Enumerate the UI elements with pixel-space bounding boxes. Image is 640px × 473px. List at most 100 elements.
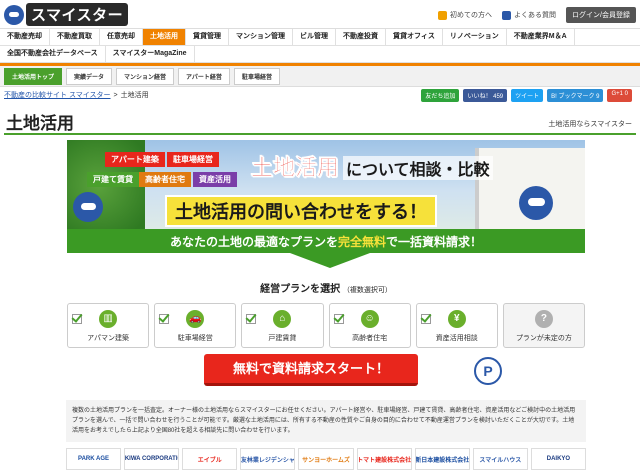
hero-inquiry-banner: 土地活用の問い合わせをする！: [165, 195, 437, 227]
green-band-text: あなたの土地の最適なプランを完全無料で一括資料請求！: [170, 233, 482, 250]
tweet-button[interactable]: ツイート: [511, 89, 544, 102]
plan-options: ▥ アパマン建築 🚗 駐車場経営 ⌂ 戸建賃貸 ☺ 高齢者住宅 ¥ 資産活用相談…: [67, 303, 586, 348]
nav-item-sale[interactable]: 不動産売却: [0, 29, 50, 45]
plan-label: 資産活用相談: [435, 335, 478, 342]
breadcrumb-current: 土地活用: [120, 92, 149, 99]
nav-item-magazine[interactable]: スマイスターMagaZine: [106, 46, 195, 62]
plan-select-title: 経営プランを選択 （複数選択可）: [67, 280, 585, 295]
tag-house-rental: 戸建て賃貸: [87, 172, 139, 187]
subnav-results[interactable]: 実績データ: [66, 67, 113, 85]
subnav-mansion[interactable]: マンション経営: [116, 67, 175, 85]
plan-label: 高齢者住宅: [352, 335, 388, 342]
nav-item-voluntary-sale[interactable]: 任意売却: [100, 29, 143, 45]
nav-item-rental-management[interactable]: 賃貸管理: [186, 29, 229, 45]
partner-logo[interactable]: PARK AGE: [66, 448, 122, 470]
top-bar: スマイスター 初めての方へ よくある質問 ログイン/会員登録: [0, 0, 640, 28]
privacy-mark-icon: P: [474, 357, 502, 385]
request-start-button[interactable]: 無料で資料請求スタート！: [204, 354, 418, 386]
beginner-link[interactable]: 初めての方へ: [438, 10, 492, 20]
subnav-land-top[interactable]: 土地活用トップ: [4, 67, 63, 85]
money-bag-icon: ¥: [447, 310, 466, 328]
nav-item-investment[interactable]: 不動産投資: [336, 29, 386, 45]
mascot-right-icon: [519, 186, 553, 220]
building-icon: ▥: [99, 310, 118, 328]
tag-parking: 駐車場経営: [167, 152, 219, 167]
plan-label: 戸建賃貸: [268, 335, 297, 342]
beginner-icon: [438, 10, 448, 20]
band-pre: あなたの土地の最適なプランを: [169, 234, 338, 249]
social-buttons: 友だち追加 いいね！ 459 ツイート B! ブックマーク 9 G+1 0: [421, 89, 632, 102]
breadcrumb: 不動産の比較サイト スマイスター > 土地活用 友だち追加 いいね！ 459 ツ…: [0, 87, 640, 103]
breadcrumb-separator: >: [113, 91, 118, 99]
tag-asset: 資産活用: [193, 172, 237, 187]
down-arrow-icon: [290, 253, 370, 268]
tag-apartment: アパート建築: [105, 152, 165, 167]
logo-text: スマイスター: [26, 3, 129, 26]
faq-icon: [502, 10, 512, 20]
page-subtitle: 土地活用ならスマイスター: [548, 121, 632, 128]
partner-logo[interactable]: SEKIWA CORPORATION: [124, 448, 180, 470]
checkbox-icon[interactable]: [159, 314, 170, 324]
plan-select-heading: 経営プランを選択: [260, 284, 341, 295]
hero-title-rest: について相談・比較: [343, 156, 493, 180]
mascot-icon: [4, 4, 24, 25]
nav-item-land-use[interactable]: 土地活用: [143, 29, 186, 45]
checkbox-icon[interactable]: [420, 314, 431, 324]
partner-logo[interactable]: エイブル: [182, 448, 238, 470]
plan-select-note: （複数選択可）: [342, 287, 392, 294]
green-band: あなたの土地の最適なプランを完全無料で一括資料請求！: [67, 229, 585, 253]
sub-nav: 土地活用トップ 実績データ マンション経営 アパート経営 駐車場経営: [0, 66, 640, 87]
main-nav: 不動産売却 不動産買取 任意売却 土地活用 賃貸管理 マンション管理 ビル管理 …: [0, 28, 640, 66]
elderly-icon: ☺: [360, 310, 379, 328]
google-plus-button[interactable]: G+1 0: [607, 89, 632, 102]
plan-apartment[interactable]: ▥ アパマン建築: [67, 303, 150, 348]
subnav-parking[interactable]: 駐車場経営: [233, 67, 280, 85]
tag-elderly: 高齢者住宅: [139, 172, 191, 187]
partner-logo[interactable]: スマイルハウス: [472, 448, 528, 470]
partner-logo[interactable]: トマト建設株式会社: [356, 448, 412, 470]
page-title-row: 土地活用 土地活用ならスマイスター: [4, 103, 636, 135]
hatena-bookmark-button[interactable]: B! ブックマーク 9: [547, 89, 604, 102]
question-icon: ?: [534, 310, 553, 328]
login-button[interactable]: ログイン/会員登録: [566, 7, 636, 23]
car-icon: 🚗: [186, 310, 205, 328]
checkbox-icon[interactable]: [246, 314, 257, 324]
nav-item-ma[interactable]: 不動産業界M＆A: [507, 29, 575, 45]
checkbox-icon[interactable]: [72, 314, 82, 324]
breadcrumb-home[interactable]: 不動産の比較サイト スマイスター: [4, 90, 111, 100]
nav-item-rental-office[interactable]: 賃貸オフィス: [386, 29, 443, 45]
subnav-apartment[interactable]: アパート経営: [178, 67, 230, 85]
page-title: 土地活用: [6, 114, 74, 133]
plan-house-rental[interactable]: ⌂ 戸建賃貸: [241, 303, 324, 348]
checkbox-icon[interactable]: [333, 314, 344, 324]
nav-row-2: 全国不動産会社データベース スマイスターMagaZine: [0, 46, 640, 63]
partner-logo[interactable]: サンヨーホームズ: [298, 448, 354, 470]
nav-item-database[interactable]: 全国不動産会社データベース: [0, 46, 106, 62]
nav-item-building-management[interactable]: ビル管理: [293, 29, 336, 45]
plan-parking[interactable]: 🚗 駐車場経営: [154, 303, 237, 348]
plan-label: アパマン建築: [87, 335, 130, 342]
nav-item-mansion-management[interactable]: マンション管理: [229, 29, 293, 45]
partner-logo[interactable]: DAIKYO: [530, 448, 586, 470]
nav-item-buyout[interactable]: 不動産買取: [50, 29, 100, 45]
facebook-like-button[interactable]: いいね！ 459: [463, 89, 508, 102]
notice-text: 複数の土地活用プランを一括査定。オーナー様の土地活用ならスマイスターにお任せくだ…: [66, 400, 586, 442]
faq-link[interactable]: よくある質問: [502, 10, 556, 20]
plan-elderly[interactable]: ☺ 高齢者住宅: [328, 303, 411, 348]
partner-logo[interactable]: 新日本建設株式会社: [414, 448, 470, 470]
hero-title-red: 土地活用: [251, 155, 340, 181]
plan-asset-consult[interactable]: ¥ 資産活用相談: [415, 303, 498, 348]
line-add-button[interactable]: 友だち追加: [421, 89, 460, 102]
faq-link-label: よくある質問: [514, 12, 557, 19]
site-logo[interactable]: スマイスター: [4, 3, 129, 26]
nav-item-renovation[interactable]: リノベーション: [443, 29, 507, 45]
house-icon: ⌂: [273, 310, 292, 328]
hero-title: 土地活用 について相談・比較: [251, 150, 493, 182]
partner-logo[interactable]: 住友林業レジデンシャル: [240, 448, 296, 470]
band-post: で一括資料請求！: [386, 234, 483, 249]
plan-undecided[interactable]: ? プランが未定の方: [502, 303, 586, 348]
mascot-left-icon: [73, 192, 103, 222]
partner-logos: PARK AGE SEKIWA CORPORATION エイブル 住友林業レジデ…: [66, 448, 586, 470]
plan-label: プランが未定の方: [515, 335, 572, 342]
nav-row-1: 不動産売却 不動産買取 任意売却 土地活用 賃貸管理 マンション管理 ビル管理 …: [0, 29, 640, 46]
